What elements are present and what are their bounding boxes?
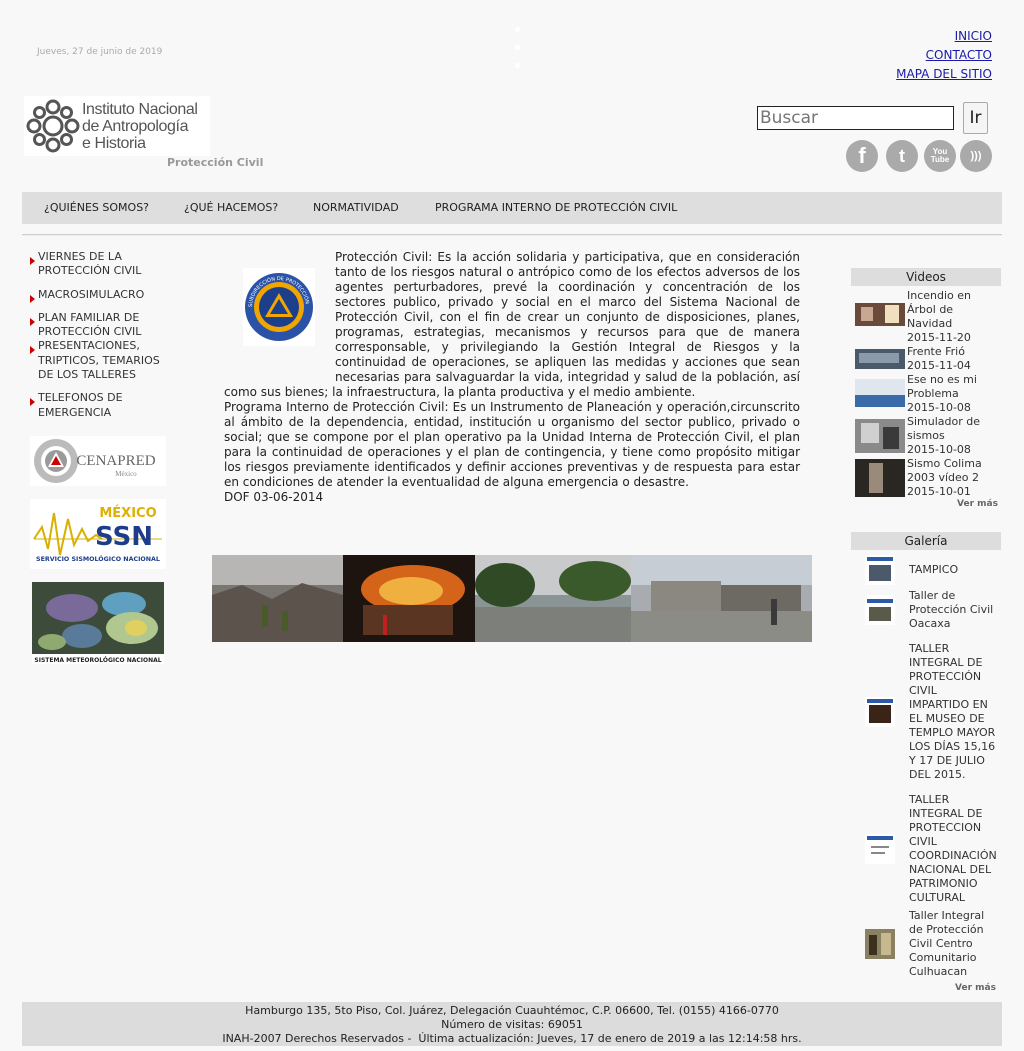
video-title[interactable]: Incendio en Árbol de Navidad [907,289,995,331]
photo-flood [475,555,631,642]
sidebar-item-viernes[interactable]: VIERNES DE LA PROTECCIÓN CIVIL [30,250,170,279]
video-date: 2015-10-08 [907,401,971,414]
gallery-thumbnail[interactable] [865,834,895,864]
gallery-more-link[interactable]: Ver más [955,983,996,993]
footer-visits: Número de visitas: 69051 [441,1018,583,1031]
top-links: INICIO CONTACTO MAPA DEL SITIO [896,27,992,84]
photo-fire [343,555,475,642]
cenapred-text: CENAPRED [76,453,155,469]
video-item[interactable]: Frente Frió 2015-11-04 [855,345,995,373]
gallery-title[interactable]: TAMPICO [909,563,958,577]
gallery-item[interactable]: TALLER INTEGRAL DE PROTECCION CIVIL COOR… [865,793,1000,905]
video-title[interactable]: Ese no es mi Problema [907,373,995,401]
rss-icon[interactable]: ))) [960,140,992,172]
video-thumbnail[interactable] [855,457,905,499]
cenapred-banner[interactable]: CENAPRED México [30,436,166,486]
gallery-title[interactable]: Taller de Protección Civil Oacaxa [909,589,1000,631]
video-item[interactable]: Simulador de sismos 2015-10-08 [855,415,995,457]
sidebar-item-plan-familiar[interactable]: PLAN FAMILIAR DE PROTECCIÓN CIVIL [30,311,170,340]
video-date: 2015-10-08 [907,443,971,456]
video-item[interactable]: Incendio en Árbol de Navidad 2015-11-20 [855,289,995,345]
smn-banner[interactable]: SISTEMA METEOROLÓGICO NACIONAL [32,582,164,664]
link-mapa-del-sitio[interactable]: MAPA DEL SITIO [896,65,992,84]
ssn-top: MÉXICO [99,505,156,521]
nav-programa-interno[interactable]: PROGRAMA INTERNO DE PROTECCIÓN CIVIL [435,201,677,214]
gallery-item[interactable]: TAMPICO [865,555,1000,585]
footer-address: Hamburgo 135, 5to Piso, Col. Juárez, Del… [245,1004,779,1017]
main-nav: ¿QUIÉNES SOMOS? ¿QUÉ HACEMOS? NORMATIVID… [22,192,1002,224]
gallery-title[interactable]: TALLER INTEGRAL DE PROTECCIÓN CIVIL IMPA… [909,642,1000,782]
link-contacto[interactable]: CONTACTO [896,46,992,65]
nav-divider [22,234,1002,236]
video-item[interactable]: Ese no es mi Problema 2015-10-08 [855,373,995,415]
sidebar-item-presentaciones[interactable]: PRESENTACIONES, TRIPTICOS, TEMARIOS DE L… [30,339,170,382]
footer-rights: INAH-2007 Derechos Reservados - Última a… [222,1032,802,1045]
search-input[interactable] [757,106,954,130]
smn-text: SISTEMA METEOROLÓGICO NACIONAL [34,657,161,664]
twitter-icon[interactable]: t [886,140,918,172]
gallery-thumbnail[interactable] [865,595,895,625]
nav-que-hacemos[interactable]: ¿QUÉ HACEMOS? [184,201,278,214]
gallery-item[interactable]: Taller Integral de Protección Civil Cent… [865,909,1000,979]
video-date: 2015-11-04 [907,359,971,372]
video-title[interactable]: Sismo Colima 2003 vídeo 2 [907,457,995,485]
ssn-banner[interactable]: MÉXICO SSN SERVICIO SISMOLÓGICO NACIONAL [30,499,166,569]
photo-storm-damage [631,555,812,642]
photo-strip [212,555,812,642]
video-date: 2015-10-01 [907,485,971,498]
gallery-title[interactable]: TALLER INTEGRAL DE PROTECCION CIVIL COOR… [909,793,1000,905]
video-thumbnail[interactable] [855,415,905,457]
ssn-text: SSN [95,522,153,552]
decorative-dots [515,27,523,81]
sidebar-item-telefonos[interactable]: TELEFONOS DE EMERGENCIA [30,391,170,420]
video-title[interactable]: Simulador de sismos [907,415,995,443]
video-thumbnail[interactable] [855,345,905,373]
video-item[interactable]: Sismo Colima 2003 vídeo 2 2015-10-01 [855,457,995,499]
section-label: Protección Civil [167,156,264,169]
link-inicio[interactable]: INICIO [896,27,992,46]
youtube-icon[interactable]: You Tube [924,140,956,172]
logo-text: Instituto Nacional de Antropología e His… [82,100,198,152]
photo-earthquake-rubble [212,555,343,642]
videos-more-link[interactable]: Ver más [957,499,998,509]
cenapred-sub: México [115,470,137,478]
gallery-item[interactable]: TALLER INTEGRAL DE PROTECCIÓN CIVIL IMPA… [865,635,1000,789]
search-button[interactable]: Ir [963,102,988,134]
sidebar-item-macrosimulacro[interactable]: MACROSIMULACRO [30,288,170,303]
nav-quienes-somos[interactable]: ¿QUIÉNES SOMOS? [44,201,149,214]
gallery-thumbnail[interactable] [865,555,895,585]
gallery-thumbnail[interactable] [865,929,895,959]
sidebar-menu: VIERNES DE LA PROTECCIÓN CIVIL MACROSIMU… [30,250,170,429]
video-title[interactable]: Frente Frió [907,345,971,359]
gallery-heading: Galería [851,532,1001,550]
video-thumbnail[interactable] [855,289,905,331]
video-date: 2015-11-20 [907,331,971,344]
nav-normatividad[interactable]: NORMATIVIDAD [313,201,399,214]
gallery-item[interactable]: Taller de Protección Civil Oacaxa [865,589,1000,631]
videos-heading: Videos [851,268,1001,286]
facebook-icon[interactable]: f [846,140,878,172]
gallery-title[interactable]: Taller Integral de Protección Civil Cent… [909,909,1000,979]
footer: Hamburgo 135, 5to Piso, Col. Juárez, Del… [22,1002,1002,1046]
gallery-thumbnail[interactable] [865,697,895,727]
dof-reference: DOF 03-06-2014 [224,490,324,504]
inah-emblem-icon [26,99,80,153]
inah-logo[interactable]: Instituto Nacional de Antropología e His… [24,96,210,156]
main-content: Protección Civil: Es la acción solidaria… [224,250,800,505]
ssn-sub: SERVICIO SISMOLÓGICO NACIONAL [36,554,160,563]
programa-paragraph: Programa Interno de Protección Civil: Es… [224,400,800,489]
video-thumbnail[interactable] [855,373,905,415]
current-date: Jueves, 27 de junio de 2019 [37,47,163,57]
